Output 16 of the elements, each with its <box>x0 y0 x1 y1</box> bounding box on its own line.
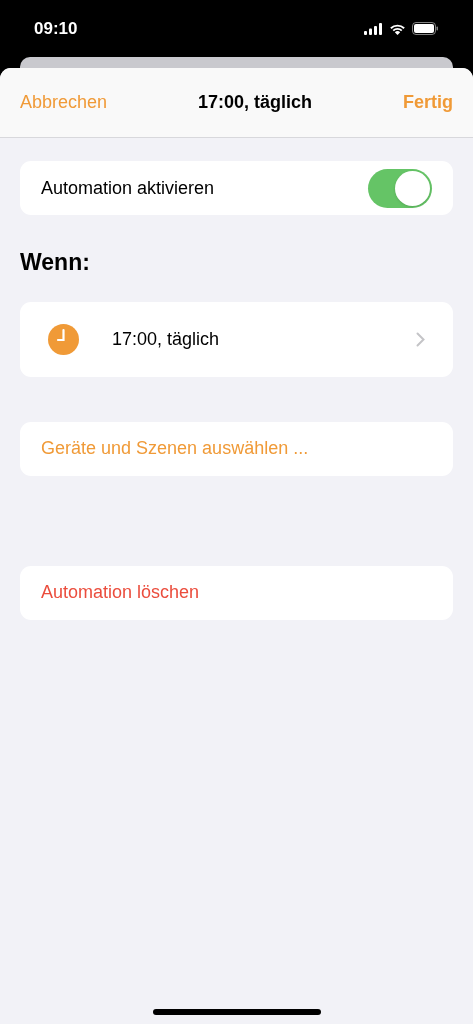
signal-icon <box>364 22 383 35</box>
delete-automation-button[interactable]: Automation löschen <box>20 565 453 620</box>
trigger-label: 17:00, täglich <box>112 327 221 351</box>
toggle-switch[interactable] <box>368 168 432 208</box>
toggle-label: Automation aktivieren <box>41 176 215 200</box>
status-time: 09:10 <box>34 17 78 40</box>
select-devices-button[interactable]: Geräte und Szenen auswählen ... <box>20 421 453 476</box>
battery-icon <box>412 22 439 35</box>
navigation-title: 17:00, täglich <box>198 91 313 114</box>
section-title: Wenn: <box>20 248 91 277</box>
clock-icon <box>48 323 79 355</box>
cancel-button[interactable]: Abbrechen <box>20 89 108 116</box>
trigger-row[interactable]: 17:00, täglich <box>20 301 453 377</box>
chevron-icon <box>416 331 425 347</box>
wifi-icon <box>389 22 406 35</box>
done-button[interactable]: Fertig <box>402 89 453 116</box>
